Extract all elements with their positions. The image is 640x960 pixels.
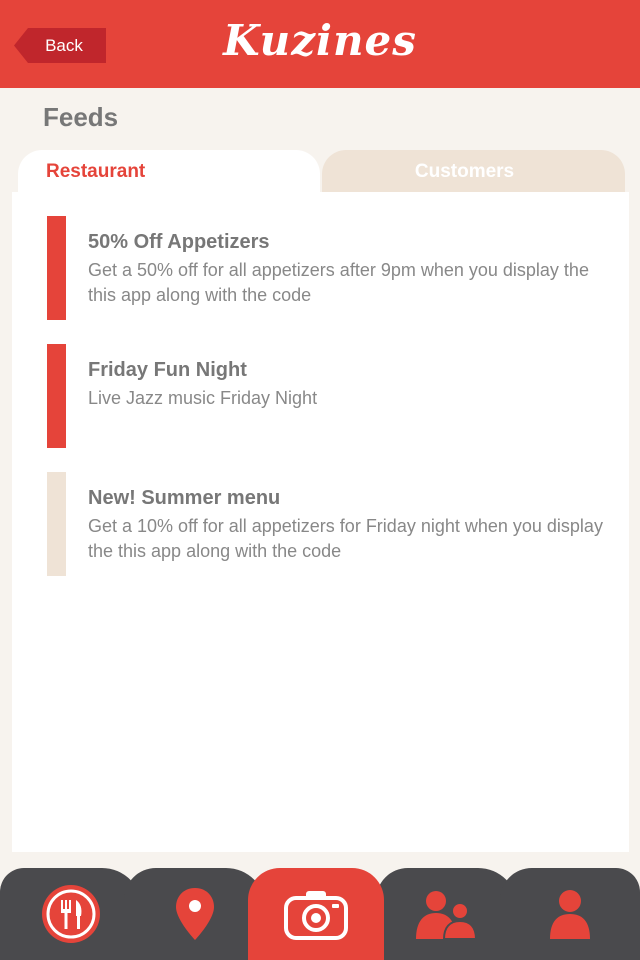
- bottom-tab-bar: [0, 868, 640, 960]
- feed-title: New! Summer menu: [88, 487, 281, 509]
- feed-body: Get a 50% off for all appetizers after 9…: [88, 260, 589, 305]
- friends-icon: [416, 891, 478, 940]
- app-header: Back Kuzines: [0, 0, 640, 88]
- tab-restaurants[interactable]: [0, 868, 142, 960]
- feed-panel: 50% Off Appetizers Get a 50% off for all…: [12, 192, 629, 852]
- tab-restaurant[interactable]: Restaurant: [18, 150, 320, 196]
- feed-body: Live Jazz music Friday Night: [88, 388, 318, 408]
- profile-icon: [550, 890, 590, 939]
- restaurant-icon: [42, 885, 100, 943]
- feed-marker: [47, 472, 66, 576]
- feed-body: Get a 10% off for all appetizers for Fri…: [88, 516, 603, 561]
- camera-icon: [284, 891, 348, 940]
- tab-customers[interactable]: Customers: [322, 150, 625, 194]
- tab-camera[interactable]: [248, 868, 384, 960]
- brand-logo: Kuzines: [223, 16, 417, 65]
- feed-title: Friday Fun Night: [88, 359, 247, 381]
- tab-profile[interactable]: [500, 868, 640, 960]
- tab-map[interactable]: [124, 868, 266, 960]
- location-pin-icon: [176, 888, 214, 940]
- feed-marker: [47, 344, 66, 448]
- feed-marker: [47, 216, 66, 320]
- page-title: Feeds: [43, 102, 119, 132]
- tab-friends[interactable]: [376, 868, 518, 960]
- feed-title: 50% Off Appetizers: [88, 231, 270, 253]
